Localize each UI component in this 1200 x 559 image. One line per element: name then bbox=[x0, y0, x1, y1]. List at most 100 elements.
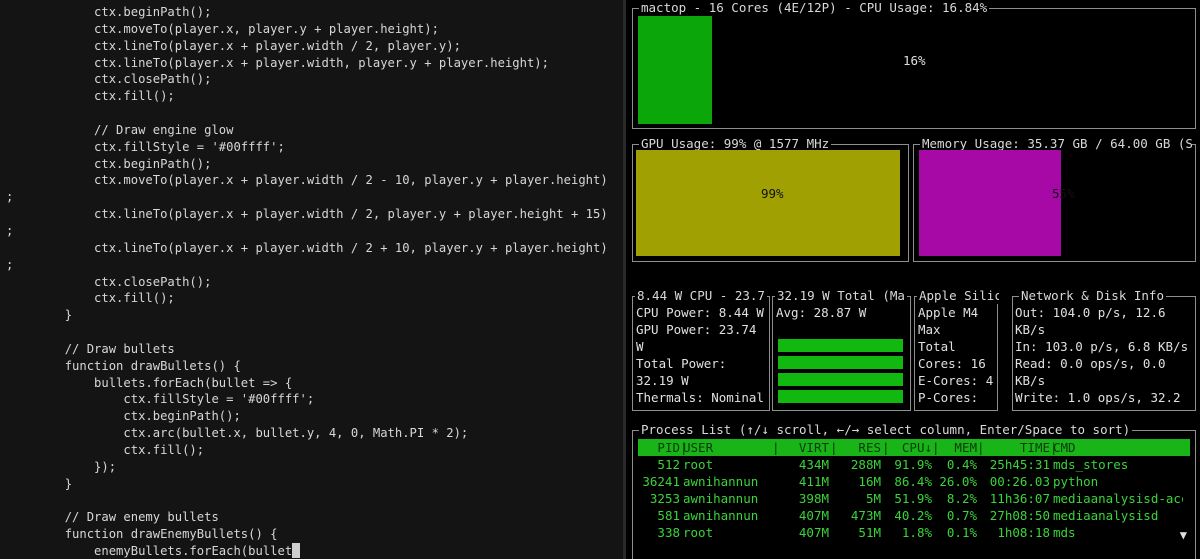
code-line-text: // Draw bullets bbox=[6, 341, 175, 356]
code-line[interactable]: ctx.arc(bullet.x, bullet.y, 4, 0, Math.P… bbox=[6, 425, 608, 442]
process-mem: 0.7% bbox=[946, 508, 977, 523]
code-line-text: ctx.lineTo(player.x + player.width / 2, … bbox=[6, 38, 461, 53]
process-time: 27h08:50 bbox=[989, 508, 1050, 523]
code-line[interactable]: ctx.closePath(); bbox=[6, 71, 608, 88]
column-cmd[interactable]: CMD bbox=[1053, 439, 1183, 456]
process-row[interactable]: 338 root 407M 51M 1.8% 0.1% 1h08:18 mds bbox=[638, 524, 1183, 541]
code-line-text: bullets.forEach(bullet => { bbox=[6, 375, 293, 390]
process-row[interactable]: 3253 awnihannun 398M 5M 51.9% 8.2% 11h36:07 med… bbox=[638, 490, 1183, 507]
code-line[interactable]: function drawBullets() { bbox=[6, 358, 608, 375]
column-pid[interactable]: PID bbox=[638, 439, 680, 456]
cpu-power-line: Total Power: bbox=[636, 356, 727, 371]
apple-silicon-lines: Apple M4 Max Total Cores: 16 E-Cores: 4 P-Cor… bbox=[918, 304, 993, 406]
code-line[interactable]: ctx.moveTo(player.x + player.width / 2 -… bbox=[6, 172, 608, 189]
apple-silicon-title: Apple Silic bbox=[917, 288, 999, 304]
cpu-usage-percent: 16% bbox=[903, 53, 926, 68]
code-line[interactable]: ctx.fillStyle = '#00ffff'; bbox=[6, 139, 608, 156]
code-line[interactable]: ctx.beginPath(); bbox=[6, 408, 608, 425]
process-table-header[interactable]: PID | USER | VIRT | RES | CPU↓ | MEM | T… bbox=[638, 439, 1190, 456]
code-line[interactable] bbox=[6, 324, 608, 341]
text-cursor bbox=[292, 543, 301, 558]
code-line-text: enemyBullets.forEach(bullet bbox=[6, 544, 293, 558]
code-line[interactable]: ctx.lineTo(player.x + player.width, play… bbox=[6, 55, 608, 72]
cpu-power-panel: 8.44 W CPU - 23.7 CPU Power: 8.44 W GPU P… bbox=[632, 288, 770, 411]
process-row[interactable]: 36241 awnihannun 411M 16M 86.4% 26.0% 00:26.03… bbox=[638, 473, 1183, 490]
code-line[interactable]: ctx.moveTo(player.x, player.y + player.h… bbox=[6, 21, 608, 38]
process-user: awnihannun bbox=[683, 474, 759, 489]
cpu-power-line: Thermals: Nominal bbox=[636, 390, 764, 405]
code-line[interactable]: ctx.beginPath(); bbox=[6, 4, 608, 21]
code-line[interactable]: ctx.lineTo(player.x + player.width / 2, … bbox=[6, 206, 608, 223]
process-list-panel[interactable]: Process List (↑/↓ scroll, ←/→ select col… bbox=[632, 422, 1196, 559]
code-line[interactable]: ctx.fill(); bbox=[6, 442, 608, 459]
cpu-power-line: 32.19 W bbox=[636, 373, 689, 388]
code-line[interactable] bbox=[6, 105, 608, 122]
code-line-text: ctx.fill(); bbox=[6, 89, 175, 104]
code-line[interactable]: ctx.fillStyle = '#00ffff'; bbox=[6, 391, 608, 408]
process-row[interactable]: 512 root 434M 288M 91.9% 0.4% 25h45:31 mds_stor… bbox=[638, 456, 1183, 473]
scroll-down-icon[interactable]: ▼ bbox=[1180, 528, 1187, 542]
code-line-text: // Draw enemy bullets bbox=[6, 510, 219, 525]
process-pid: 581 bbox=[657, 508, 680, 523]
process-virt: 411M bbox=[798, 474, 829, 489]
cpu-power-line: CPU Power: 8.44 W bbox=[636, 305, 764, 320]
code-line[interactable]: // Draw engine glow bbox=[6, 122, 608, 139]
code-line-text: ctx.moveTo(player.x + player.width / 2 -… bbox=[6, 173, 608, 188]
network-disk-line: Read: 0.0 ops/s, 0.0 bbox=[1015, 356, 1166, 371]
process-row[interactable]: 581 awnihannun 407M 473M 40.2% 0.7% 27h08:50 me… bbox=[638, 507, 1183, 524]
code-editor-pane[interactable]: ctx.beginPath(); ctx.moveTo(player.x, pl… bbox=[0, 0, 623, 559]
memory-usage-percent: 55% bbox=[1052, 186, 1075, 201]
process-cmd: mds bbox=[1053, 525, 1076, 540]
code-line-text: ctx.fillStyle = '#00ffff'; bbox=[6, 139, 285, 154]
code-line[interactable]: ctx.fill(); bbox=[6, 88, 608, 105]
code-line-text: function drawEnemyBullets() { bbox=[6, 527, 278, 542]
process-res: 288M bbox=[850, 457, 881, 472]
memory-usage-bar bbox=[919, 150, 1061, 256]
code-line[interactable]: ctx.fill(); bbox=[6, 290, 608, 307]
process-mem: 0.4% bbox=[946, 457, 977, 472]
code-line-text: }); bbox=[6, 459, 117, 474]
code-line[interactable]: ctx.lineTo(player.x + player.width / 2 +… bbox=[6, 240, 608, 257]
code-line[interactable] bbox=[6, 492, 608, 509]
process-cmd: mds_stores bbox=[1053, 457, 1129, 472]
code-line[interactable]: ctx.closePath(); bbox=[6, 274, 608, 291]
column-user[interactable]: USER bbox=[683, 439, 771, 456]
gpu-usage-panel: GPU Usage: 99% @ 1577 MHz 99% bbox=[632, 136, 909, 262]
code-line[interactable]: }); bbox=[6, 459, 608, 476]
column-virt[interactable]: VIRT bbox=[781, 439, 829, 456]
network-disk-line: KB/s bbox=[1015, 373, 1046, 388]
process-time: 00:26.03 bbox=[989, 474, 1050, 489]
network-disk-line: Out: 104.0 p/s, 12.6 bbox=[1015, 305, 1166, 320]
code-line-text: ctx.closePath(); bbox=[6, 274, 212, 289]
code-line[interactable]: enemyBullets.forEach(bullet bbox=[6, 543, 608, 559]
gpu-usage-bar bbox=[636, 150, 900, 256]
code-line[interactable]: ; bbox=[6, 223, 608, 240]
code-line-text: ctx.beginPath(); bbox=[6, 409, 241, 424]
code-area[interactable]: ctx.beginPath(); ctx.moveTo(player.x, pl… bbox=[6, 4, 608, 559]
code-line[interactable]: ; bbox=[6, 189, 608, 206]
column-res[interactable]: RES bbox=[833, 439, 881, 456]
power-bar bbox=[778, 390, 903, 403]
code-line[interactable]: ctx.beginPath(); bbox=[6, 156, 608, 173]
code-line[interactable]: function drawEnemyBullets() { bbox=[6, 526, 608, 543]
code-line[interactable]: ctx.lineTo(player.x + player.width / 2, … bbox=[6, 38, 608, 55]
code-line[interactable]: } bbox=[6, 476, 608, 493]
code-line[interactable]: // Draw enemy bullets bbox=[6, 509, 608, 526]
apple-silicon-panel: Apple Silic Apple M4 Max Total Cores: 16 E-C… bbox=[914, 288, 999, 411]
column-cpu[interactable]: CPU↓ bbox=[886, 439, 932, 456]
process-cpu: 1.8% bbox=[901, 525, 932, 540]
code-line-text: ctx.fillStyle = '#00ffff'; bbox=[6, 392, 315, 407]
cpu-usage-panel: mactop - 16 Cores (4E/12P) - CPU Usage: … bbox=[632, 0, 1196, 129]
code-line[interactable]: } bbox=[6, 307, 608, 324]
code-line-text: ; bbox=[6, 223, 14, 238]
column-mem[interactable]: MEM bbox=[935, 439, 977, 456]
mactop-pane: mactop - 16 Cores (4E/12P) - CPU Usage: … bbox=[626, 0, 1200, 559]
network-disk-line: Write: 1.0 ops/s, 32.2 bbox=[1015, 390, 1181, 405]
network-disk-title: Network & Disk Info bbox=[1019, 288, 1166, 304]
avg-power-label: Avg: 28.87 W bbox=[776, 305, 867, 320]
column-time[interactable]: TIME bbox=[980, 439, 1050, 456]
code-line[interactable]: ; bbox=[6, 257, 608, 274]
code-line[interactable]: bullets.forEach(bullet => { bbox=[6, 375, 608, 392]
code-line[interactable]: // Draw bullets bbox=[6, 341, 608, 358]
apple-silicon-line: Max bbox=[918, 322, 941, 337]
